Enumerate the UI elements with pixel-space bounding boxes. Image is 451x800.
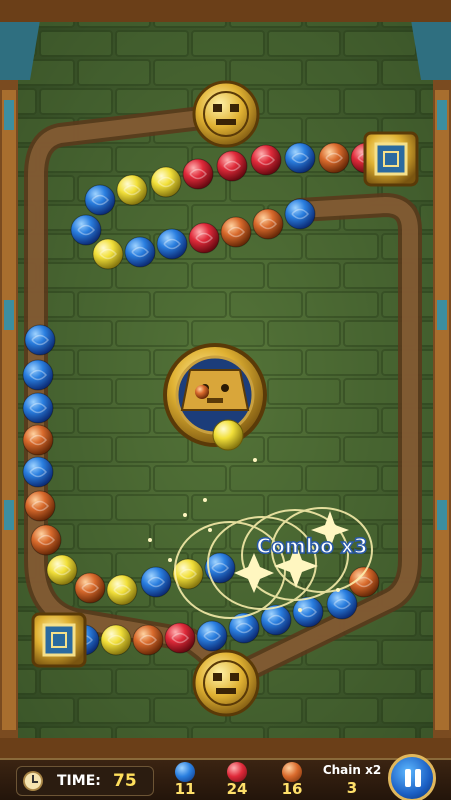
red-ball <box>182 158 214 190</box>
blue-ball <box>140 566 172 598</box>
red-ball-count: 24 <box>217 760 257 800</box>
clock-icon <box>23 771 43 791</box>
blue-ball <box>284 142 316 174</box>
orange-ball <box>74 572 106 604</box>
shooter-small-ball <box>195 385 209 399</box>
blue-ball <box>22 456 54 488</box>
yellow-ball <box>92 238 124 270</box>
blue-ball <box>284 198 316 230</box>
orange-ball <box>220 216 252 248</box>
blue-ball <box>24 324 56 356</box>
orange-ball-count: 16 <box>272 760 312 800</box>
game-screen: Combo x3 TIME: 75 11 24 16 Chain x2 3 <box>0 0 451 800</box>
blue-ball-count-value: 11 <box>174 780 196 798</box>
bottom-skull-totem <box>192 649 260 717</box>
red-ball <box>164 622 196 654</box>
bottom-frame <box>0 738 451 760</box>
time-box: TIME: 75 <box>16 766 154 796</box>
pause-button[interactable] <box>388 754 436 800</box>
red-ball-count-value: 24 <box>226 780 248 798</box>
time-value: 75 <box>113 771 137 791</box>
yellow-ball <box>116 174 148 206</box>
blue-ball <box>70 214 102 246</box>
yellow-ball <box>46 554 78 586</box>
shooter-next-ball <box>212 419 244 451</box>
game-board[interactable]: Combo x3 <box>0 0 451 760</box>
blue-ball <box>84 184 116 216</box>
chain-value: 3 <box>346 779 358 797</box>
red-ball-icon <box>227 762 247 782</box>
orange-ball-count-value: 16 <box>281 780 303 798</box>
blue-ball <box>196 620 228 652</box>
top-spiral-block-icon <box>363 131 419 187</box>
yellow-ball <box>106 574 138 606</box>
yellow-ball <box>150 166 182 198</box>
blue-ball <box>204 552 236 584</box>
orange-ball-icon <box>282 762 302 782</box>
red-ball <box>216 150 248 182</box>
red-ball <box>250 144 282 176</box>
combo-text: Combo x3 <box>256 534 367 558</box>
orange-ball <box>318 142 350 174</box>
yellow-ball <box>100 624 132 656</box>
top-skull-totem <box>192 80 260 148</box>
blue-ball-icon <box>175 762 195 782</box>
blue-ball <box>156 228 188 260</box>
blue-ball <box>326 588 358 620</box>
blue-ball-count: 11 <box>165 760 205 800</box>
orange-ball <box>252 208 284 240</box>
time-label: TIME: <box>57 773 101 789</box>
blue-ball <box>124 236 156 268</box>
red-ball <box>188 222 220 254</box>
orange-ball <box>30 524 62 556</box>
blue-ball <box>22 359 54 391</box>
chain-label: Chain x2 <box>322 763 382 777</box>
top-frame <box>0 0 451 22</box>
blue-ball <box>292 596 324 628</box>
blue-ball <box>22 392 54 424</box>
orange-ball <box>24 490 56 522</box>
bottom-hud: TIME: 75 11 24 16 Chain x2 3 <box>0 754 451 800</box>
orange-ball <box>22 424 54 456</box>
orange-ball <box>132 624 164 656</box>
bottom-spiral-block-icon <box>31 612 87 668</box>
